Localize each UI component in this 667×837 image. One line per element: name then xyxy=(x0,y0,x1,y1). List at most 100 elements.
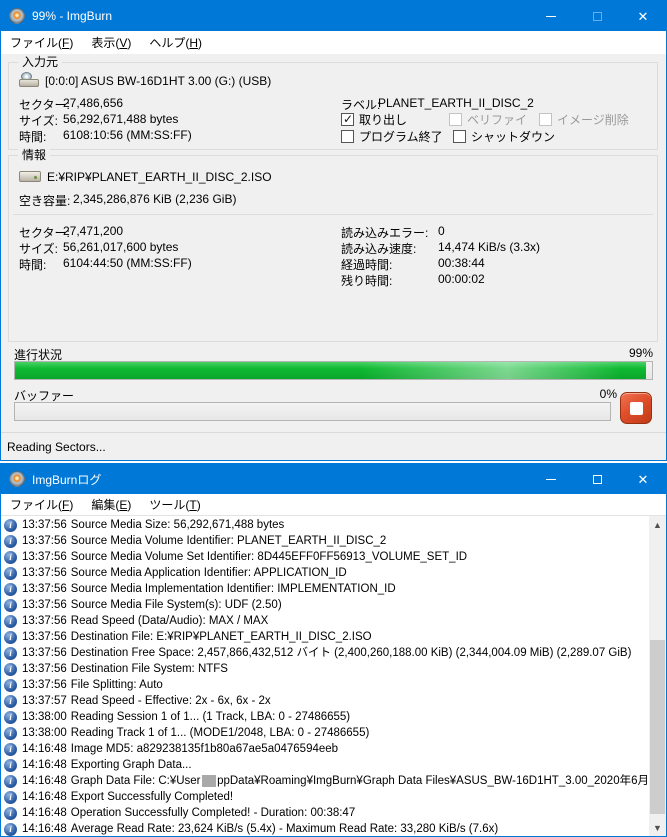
log-time: 14:16:48 xyxy=(22,791,67,803)
menu-file[interactable]: ファイル(F) xyxy=(1,31,82,54)
info-icon: i xyxy=(4,582,17,596)
info-icon: i xyxy=(4,614,17,628)
close-icon: ✕ xyxy=(637,471,649,487)
menu-file[interactable]: ファイル(F) xyxy=(1,494,82,515)
menu-edit[interactable]: 編集(E) xyxy=(82,494,140,515)
log-time: 13:37:56 xyxy=(22,679,67,691)
log-entry[interactable]: i 13:37:57 Read Speed - Effective: 2x - 6x… xyxy=(1,693,649,709)
log-text: ppData¥Roaming¥ImgBurn¥Graph Data Files¥… xyxy=(217,775,649,787)
log-entry[interactable]: i 14:16:48 Exporting Graph Data... xyxy=(1,757,649,773)
log-entry[interactable]: i 13:38:00 Reading Track 1 of 1... (MODE1/… xyxy=(1,725,649,741)
minimize-button[interactable] xyxy=(528,464,574,494)
log-entry[interactable]: i 14:16:48 Graph Data File: C:¥User ppData¥… xyxy=(1,773,649,789)
info-icon: i xyxy=(4,774,17,788)
buffer-percent: 0% xyxy=(599,387,617,401)
stat-value: 14,474 KiB/s (3.3x) xyxy=(438,240,541,254)
source-groupbox: 入力元 [0:0:0] ASUS BW-16D1HT 3.00 (G:) (US… xyxy=(8,55,658,150)
log-time: 13:37:56 xyxy=(22,615,67,627)
progress-percent: 99% xyxy=(628,346,653,360)
log-entry[interactable]: i 13:37:56 File Splitting: Auto xyxy=(1,677,649,693)
stat-value: 00:38:44 xyxy=(438,256,485,270)
log-entry[interactable]: i 13:37:56 Source Media Volume Set Identif… xyxy=(1,549,649,565)
vertical-scrollbar[interactable]: ▲ ▼ xyxy=(649,516,666,836)
log-entry[interactable]: i 13:37:56 Source Media File System(s): UD… xyxy=(1,597,649,613)
checkbox-box xyxy=(341,129,354,143)
log-text: Reading Track 1 of 1... (MODE1/2048, LBA… xyxy=(70,727,370,739)
log-text: Image MD5: a829238135f1b80a67ae5a0476594… xyxy=(70,743,339,755)
scroll-up-icon[interactable]: ▲ xyxy=(649,516,666,533)
main-client-area: 入力元 [0:0:0] ASUS BW-16D1HT 3.00 (G:) (US… xyxy=(1,54,666,460)
log-time: 14:16:48 xyxy=(22,759,67,771)
log-text: Source Media Size: 56,292,671,488 bytes xyxy=(70,519,285,531)
minimize-button[interactable] xyxy=(528,1,574,31)
info-icon: i xyxy=(4,630,17,644)
progress-bar xyxy=(14,361,653,380)
log-time: 13:37:57 xyxy=(22,695,67,707)
maximize-icon xyxy=(592,474,602,484)
log-text: Exporting Graph Data... xyxy=(70,759,192,771)
info-icon: i xyxy=(4,694,17,708)
menu-view[interactable]: 表示(V) xyxy=(82,31,140,54)
log-text: File Splitting: Auto xyxy=(70,679,163,691)
info-icon: i xyxy=(4,726,17,740)
free-space-label: 空き容量: xyxy=(19,194,71,208)
log-text: Destination File: E:¥RIP¥PLANET_EARTH_II… xyxy=(70,631,372,643)
log-text: Source Media Volume Identifier: PLANET_E… xyxy=(70,535,387,547)
imgburn-app-icon xyxy=(9,471,25,487)
divider xyxy=(13,214,653,215)
checkbox-box xyxy=(453,129,466,143)
log-text: Export Successfully Completed! xyxy=(70,791,234,803)
scroll-down-icon[interactable]: ▼ xyxy=(649,819,666,836)
stat-label: 時間: xyxy=(19,130,47,144)
info-icon: i xyxy=(4,790,17,804)
checkbox-exit-program[interactable]: プログラム終了 xyxy=(341,129,443,144)
progress-bar-fill xyxy=(15,362,646,379)
checkbox-shutdown[interactable]: シャットダウン xyxy=(453,129,555,144)
log-entry[interactable]: i 13:38:00 Reading Session 1 of 1... (1 Tr… xyxy=(1,709,649,725)
log-entry[interactable]: i 14:16:48 Image MD5: a829238135f1b80a67ae… xyxy=(1,741,649,757)
main-window-title: 99% - ImgBurn xyxy=(32,9,113,23)
log-entry[interactable]: i 13:37:56 Destination File: E:¥RIP¥PLANET… xyxy=(1,629,649,645)
log-time: 13:37:56 xyxy=(22,535,67,547)
stop-icon xyxy=(629,401,643,415)
close-button[interactable]: ✕ xyxy=(620,1,666,31)
info-icon: i xyxy=(4,566,17,580)
stat-label: サイズ: xyxy=(19,242,58,256)
main-titlebar[interactable]: 99% - ImgBurn ✕ xyxy=(1,1,666,31)
log-text: Source Media Application Identifier: APP… xyxy=(70,567,347,579)
log-entry[interactable]: i 13:37:56 Destination File System: NTFS xyxy=(1,661,649,677)
maximize-button[interactable] xyxy=(574,464,620,494)
log-text: Source Media Volume Set Identifier: 8D44… xyxy=(70,551,468,563)
log-entry[interactable]: i 14:16:48 Operation Successfully Complete… xyxy=(1,805,649,821)
menu-help[interactable]: ヘルプ(H) xyxy=(140,31,211,54)
log-text: Destination Free Space: 2,457,866,432,51… xyxy=(70,647,632,659)
log-time: 13:37:56 xyxy=(22,599,67,611)
imgburn-log-window: ImgBurnログ ✕ ファイル(F) 編集(E) ツール(T) i 13:37:… xyxy=(0,463,667,837)
close-button[interactable]: ✕ xyxy=(620,464,666,494)
menu-tools[interactable]: ツール(T) xyxy=(140,494,209,515)
log-entry[interactable]: i 13:37:56 Source Media Application Identi… xyxy=(1,565,649,581)
log-text: Graph Data File: C:¥User xyxy=(70,775,201,787)
stat-value: 27,486,656 xyxy=(63,96,124,110)
log-titlebar[interactable]: ImgBurnログ ✕ xyxy=(1,464,666,494)
log-entry[interactable]: i 13:37:56 Source Media Size: 56,292,671,4… xyxy=(1,517,649,533)
scrollbar-thumb[interactable] xyxy=(650,640,665,814)
log-time: 14:16:48 xyxy=(22,775,67,787)
log-entry[interactable]: i 13:37:56 Source Media Volume Identifier:… xyxy=(1,533,649,549)
stat-value: 0 xyxy=(438,224,445,238)
stat-value: 00:00:02 xyxy=(438,272,485,286)
log-text: Read Speed (Data/Audio): MAX / MAX xyxy=(70,615,269,627)
log-entry[interactable]: i 13:37:56 Source Media Implementation Ide… xyxy=(1,581,649,597)
log-time: 13:37:56 xyxy=(22,631,67,643)
log-time: 13:37:56 xyxy=(22,647,67,659)
log-entry[interactable]: i 13:37:56 Destination Free Space: 2,457,8… xyxy=(1,645,649,661)
log-time: 13:38:00 xyxy=(22,727,67,739)
disc-label-value: PLANET_EARTH_II_DISC_2 xyxy=(378,96,534,110)
log-entry[interactable]: i 14:16:48 Average Read Rate: 23,624 KiB/s… xyxy=(1,821,649,836)
maximize-icon xyxy=(592,11,602,21)
stop-button[interactable] xyxy=(620,392,652,424)
log-entry[interactable]: i 14:16:48 Export Successfully Completed! xyxy=(1,789,649,805)
log-text: Source Media File System(s): UDF (2.50) xyxy=(70,599,282,611)
checkbox-eject[interactable]: 取り出し xyxy=(341,112,407,127)
log-entry[interactable]: i 13:37:56 Read Speed (Data/Audio): MAX / … xyxy=(1,613,649,629)
